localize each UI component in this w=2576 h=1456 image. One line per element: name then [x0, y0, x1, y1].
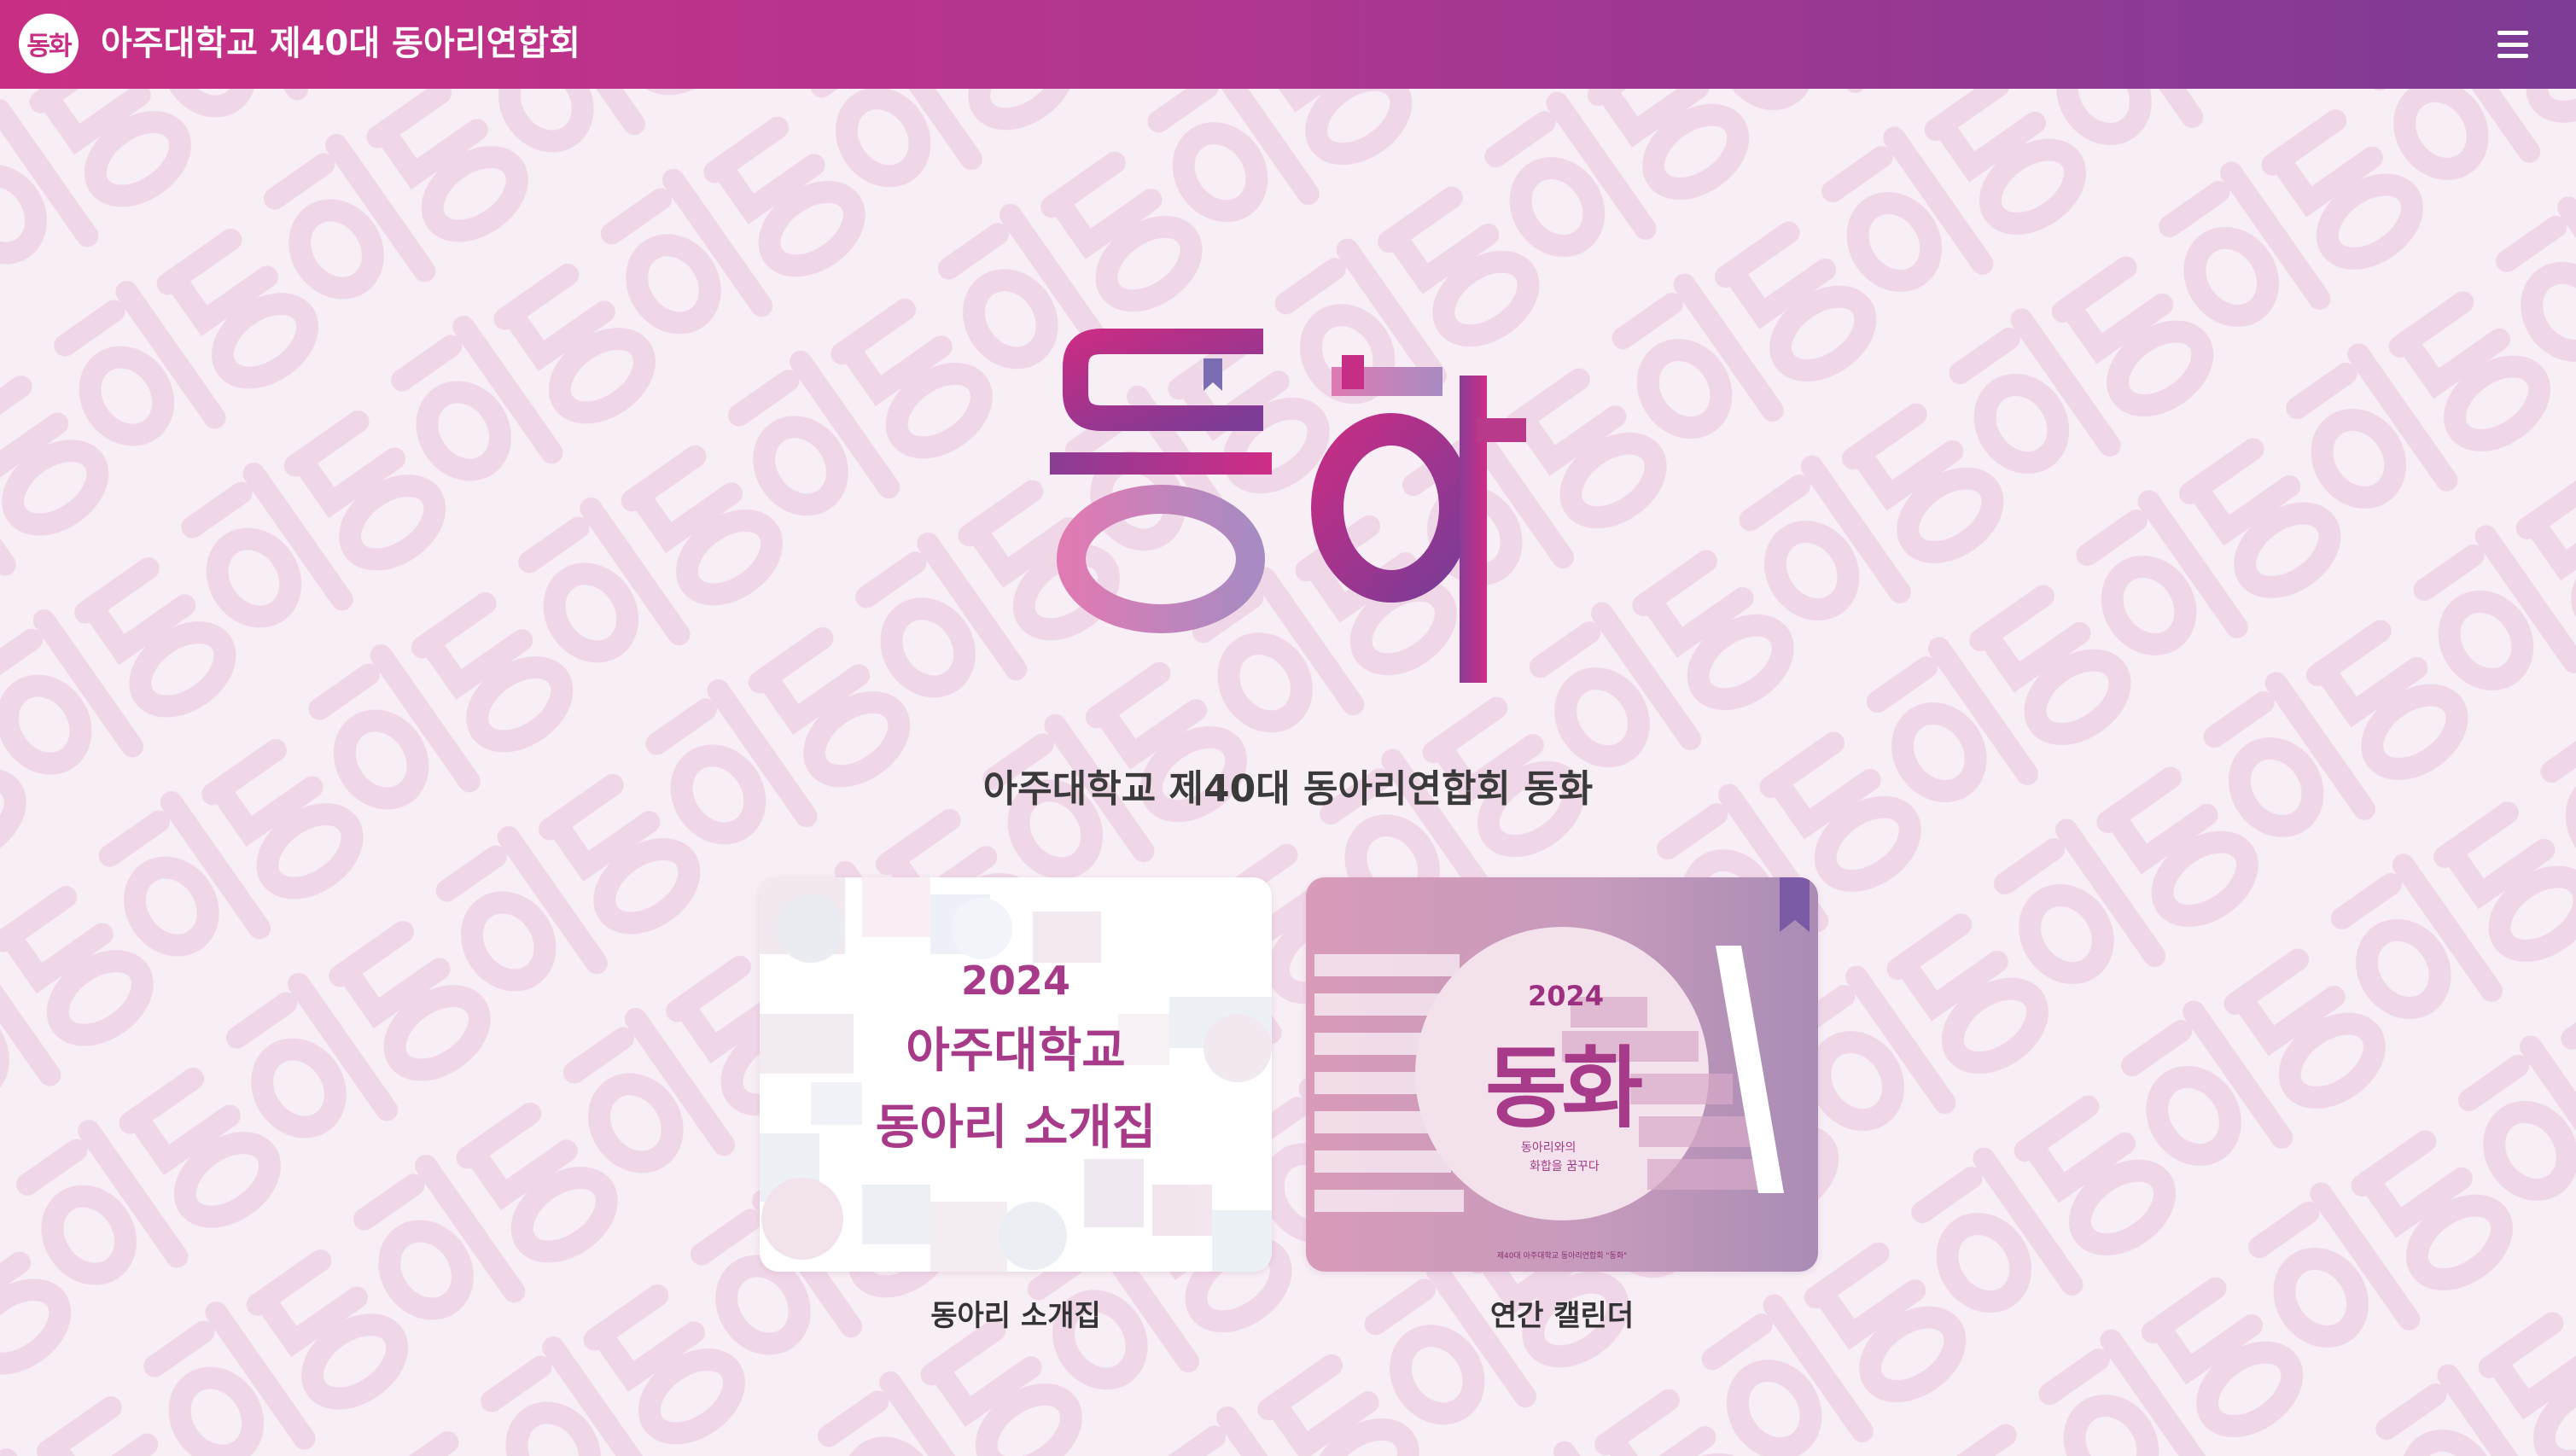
club-booklet-label[interactable]: 동아리 소개집	[760, 1292, 1272, 1334]
annual-calendar-card[interactable]: 2024 동화 동아리와의 화합을 꿈꾸다 제40대 아주대학교 동아리연합회 …	[1306, 877, 1818, 1272]
booklet-year: 2024	[960, 958, 1071, 1004]
menu-line	[2497, 54, 2528, 58]
calendar-footer-text: 제40대 아주대학교 동아리연합회 "동화"	[1496, 1252, 1628, 1261]
club-booklet-card[interactable]: 2024 아주대학교 동아리 소개집	[760, 877, 1272, 1272]
calendar-year: 2024	[1528, 980, 1605, 1012]
hamburger-menu-icon[interactable]	[2491, 26, 2535, 63]
top-nav-bar: 동화 아주대학교 제40대 동아리연합회	[0, 0, 2576, 89]
booklet-title-line2: 동아리 소개집	[875, 1100, 1157, 1156]
calendar-tagline-1: 동아리와의	[1521, 1141, 1576, 1155]
site-title[interactable]: 아주대학교 제40대 동아리연합회	[101, 20, 580, 67]
booklet-title-line1: 아주대학교	[906, 1023, 1126, 1079]
annual-calendar-label[interactable]: 연간 캘린더	[1306, 1292, 1818, 1334]
menu-line	[2497, 42, 2528, 47]
brand-logo-text: 동화	[26, 32, 72, 61]
hero-title: 아주대학교 제40대 동아리연합회 동화	[982, 767, 1594, 811]
brand-logo[interactable]: 동화	[19, 14, 79, 73]
calendar-wordmark: 동화	[1485, 1036, 1643, 1140]
hero-logo	[1016, 316, 1571, 708]
calendar-tagline-2: 화합을 꿈꾸다	[1530, 1160, 1600, 1174]
menu-line	[2497, 31, 2528, 35]
